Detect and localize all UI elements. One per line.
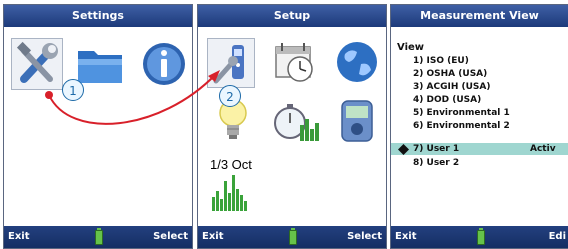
navigation-arrow [45, 70, 220, 125]
